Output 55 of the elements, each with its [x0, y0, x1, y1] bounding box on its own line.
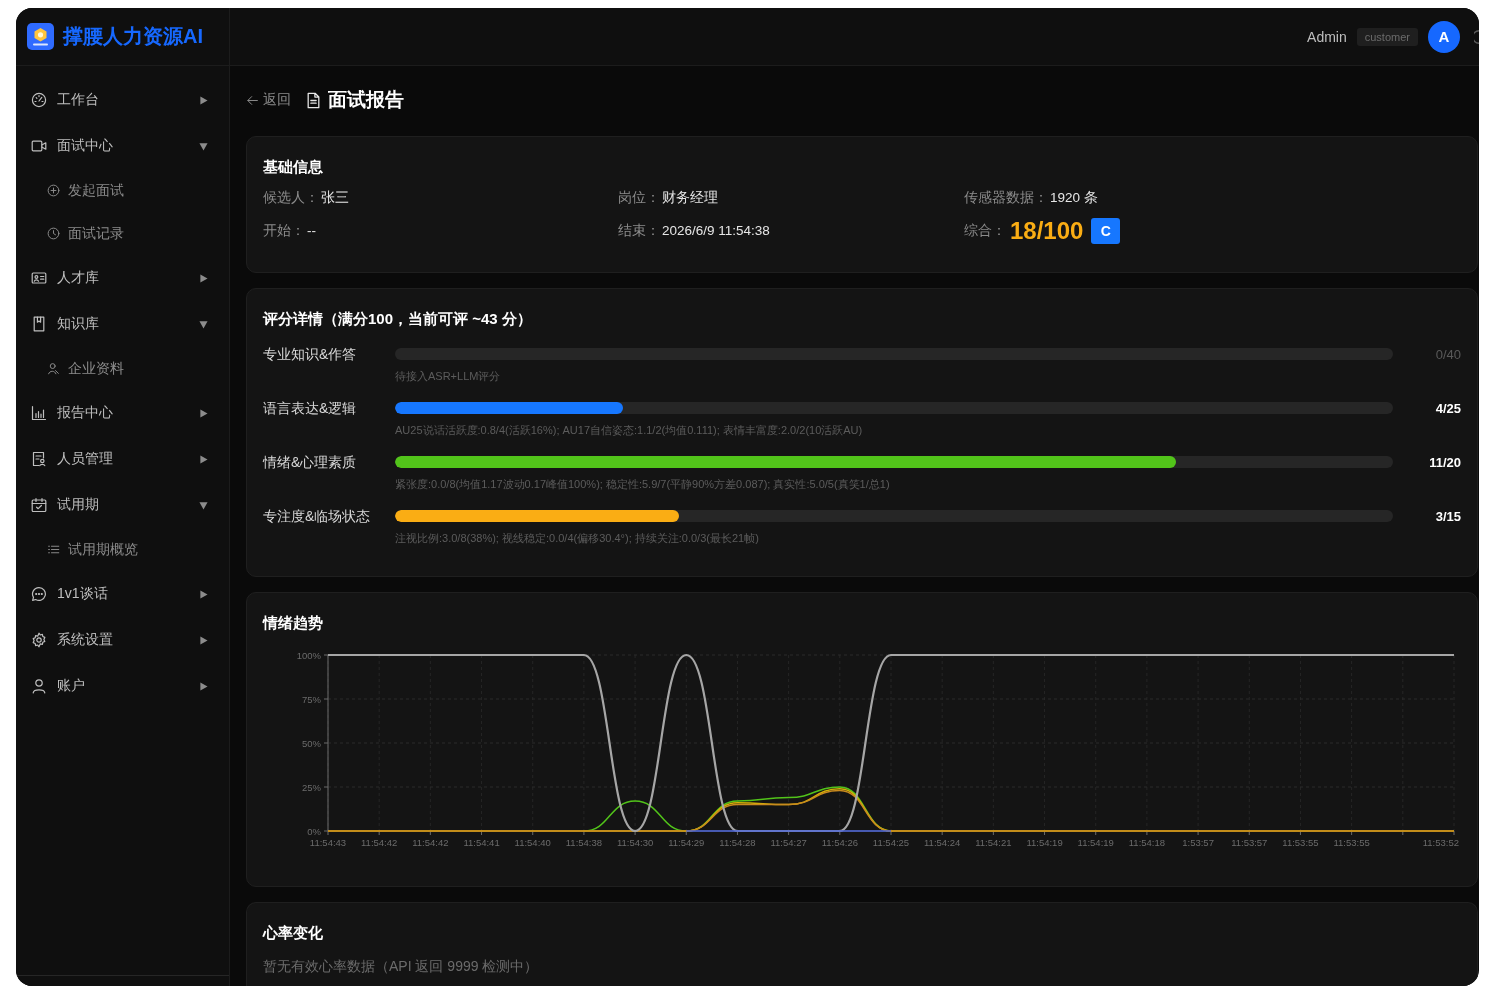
app-title: 撑腰人力资源AI — [63, 24, 203, 49]
axis-label: 100% — [296, 649, 321, 661]
axis-label: 11:54:25 — [872, 837, 910, 848]
axis-label: 11:54:30 — [616, 837, 654, 848]
score-note: 注视比例:3.0/8(38%); 视线稳定:0.0/4(偏移30.4°); 持续关注:0.0/3(最长21帧) — [395, 531, 760, 546]
axis-label: 11:54:41 — [463, 837, 500, 848]
info-field: 传感器数据：1920 条 — [964, 187, 1098, 209]
axis-label: 11:53:55 — [1333, 837, 1370, 848]
axis-label: 0% — [307, 825, 321, 837]
axis-label: 50% — [302, 737, 321, 749]
axis-label: 11:54:18 — [1128, 837, 1166, 848]
score-value: 0/40 — [1435, 346, 1461, 362]
card-title: 基础信息 — [263, 157, 324, 177]
axis-label: 11:54:21 — [975, 837, 1012, 848]
score-label: 专注度&临场状态 — [263, 507, 372, 526]
info-field: 结束：2026/6/9 11:54:38 — [618, 220, 770, 242]
axis-label: 11:54:43 — [309, 837, 347, 848]
axis-label: 11:54:29 — [668, 837, 705, 848]
axis-label: 1:53:57 — [1182, 837, 1214, 848]
card-title: 评分详情（满分100，当前可评 ~43 分） — [263, 309, 533, 329]
axis-label: 75% — [302, 693, 321, 705]
axis-label: 11:54:42 — [412, 837, 449, 848]
axis-label: 11:54:26 — [821, 837, 858, 848]
axis-label: 11:54:19 — [1077, 837, 1114, 848]
score-value: 11/20 — [1429, 454, 1461, 470]
user-name: Admin — [1307, 28, 1347, 45]
axis-label: 11:54:28 — [719, 837, 756, 848]
role-tag: customer — [1356, 27, 1418, 46]
score-value: 4/25 — [1435, 400, 1461, 416]
score-label: 语言表达&逻辑 — [263, 399, 358, 418]
axis-label: 11:54:42 — [361, 837, 398, 848]
grade-badge: C — [1091, 218, 1121, 244]
axis-label: 11:54:27 — [770, 837, 807, 848]
info-field: 候选人：张三 — [263, 187, 349, 209]
overall-score: 18/100 — [1010, 216, 1084, 246]
axis-label: 11:53:55 — [1282, 837, 1319, 848]
axis-label: 11:54:19 — [1026, 837, 1063, 848]
page-title: 面试报告 — [328, 88, 404, 112]
card-title: 心率变化 — [263, 923, 324, 943]
card-title: 情绪趋势 — [263, 613, 324, 633]
axis-label: 11:53:57 — [1231, 837, 1268, 848]
score-label: 专业知识&作答 — [263, 345, 358, 364]
axis-label: 25% — [302, 781, 321, 793]
axis-label: 11:54:24 — [924, 837, 961, 848]
info-field: 开始：-- — [263, 220, 316, 242]
score-note: AU25说话活跃度:0.8/4(活跃16%); AU17自信姿态:1.1/2(均值0.111); 表情丰富度:2.0/2(10活跃AU) — [395, 423, 864, 438]
axis-label: 11:54:38 — [565, 837, 603, 848]
empty-message: 暂无有效心率数据（API 返回 9999 检测中） — [263, 958, 540, 976]
info-field: 岗位：财务经理 — [618, 187, 718, 209]
score-value: 3/15 — [1435, 508, 1461, 524]
field-label: 综合： — [964, 222, 1006, 240]
score-note: 待接入ASR+LLM评分 — [395, 369, 502, 384]
score-label: 情绪&心理素质 — [263, 453, 358, 472]
axis-label: 11:54:40 — [514, 837, 551, 848]
axis-label: 11:53:52 — [1422, 837, 1459, 848]
